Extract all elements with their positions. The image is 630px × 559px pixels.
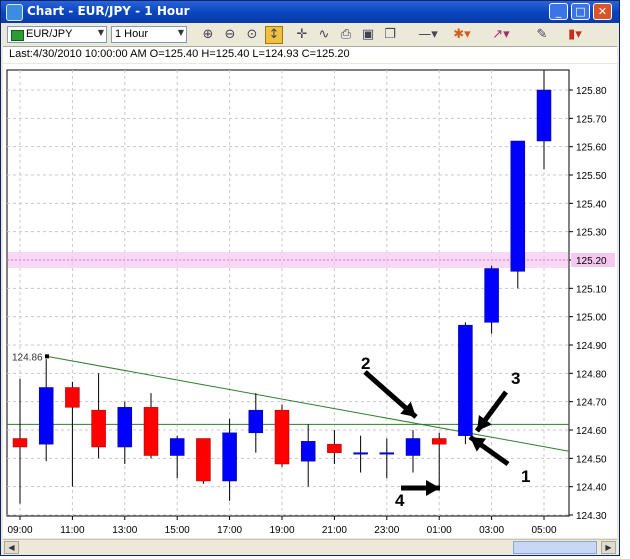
symbol-select[interactable]: EUR/JPY ▼ (7, 26, 107, 43)
print-icon[interactable]: ⎙ (337, 26, 355, 44)
candle-body (379, 452, 395, 455)
y-tick-label: 124.80 (576, 369, 607, 380)
objects-icon[interactable]: ✱▾ (449, 26, 475, 44)
y-tick-label: 124.40 (576, 483, 607, 494)
x-tick-label: 19:00 (269, 525, 294, 536)
horizontal-scrollbar[interactable]: ◀ ▶ (3, 539, 617, 555)
candle-body (536, 89, 552, 142)
period-select[interactable]: 1 Hour ▼ (111, 26, 187, 43)
maximize-button[interactable]: □ (571, 3, 590, 20)
period-value: 1 Hour (115, 28, 149, 40)
current-price-label: 125.20 (576, 256, 607, 267)
trendline-handle (45, 354, 49, 359)
x-tick-label: 15:00 (165, 525, 190, 536)
candle-body (300, 441, 316, 462)
y-tick-label: 124.60 (576, 426, 607, 437)
x-tick-label: 09:00 (7, 525, 32, 536)
y-tick-label: 125.30 (576, 228, 607, 239)
save-icon[interactable]: ▣ (359, 26, 377, 44)
annotation-label-2: 2 (361, 354, 370, 373)
scroll-right-button[interactable]: ▶ (601, 541, 616, 554)
scroll-thumb[interactable] (513, 541, 597, 554)
y-tick-label: 125.50 (576, 171, 607, 182)
candle-body (510, 140, 526, 272)
candle-body (91, 409, 106, 448)
symbol-flag-icon (11, 30, 24, 41)
candle-body (274, 409, 290, 465)
candle-body (484, 268, 499, 323)
candle-body (222, 432, 237, 482)
indicator-icon[interactable]: ∿ (315, 26, 333, 44)
candle-body (117, 407, 133, 448)
candle-body (38, 387, 54, 445)
candle-body (458, 324, 473, 436)
candle-body (12, 438, 28, 448)
candle-body (65, 387, 80, 408)
zoom-in-icon[interactable]: ⊕ (199, 26, 217, 44)
x-tick-label: 01:00 (427, 525, 452, 536)
y-tick-label: 125.80 (576, 86, 607, 97)
y-tick-label: 124.90 (576, 341, 607, 352)
chart-panel[interactable]: 125.80 125.70 125.60 125.50 125.40 125.30 125.… (3, 64, 617, 538)
ohlc-info-bar: Last:4/30/2010 10:00:00 AM O=125.40 H=12… (3, 47, 617, 63)
y-tick-label: 124.50 (576, 454, 607, 465)
candle-body (248, 409, 264, 434)
annotation-label-4: 4 (395, 491, 405, 510)
candle-body (431, 438, 447, 445)
candle-body (196, 438, 211, 482)
x-tick-label: 13:00 (112, 525, 137, 536)
candle-style-icon[interactable]: ▮▾ (561, 26, 589, 44)
zoom-fit-icon[interactable]: ⊙ (243, 26, 261, 44)
annotation-label-3: 3 (511, 369, 520, 388)
y-tick-label: 125.40 (576, 199, 607, 210)
candle-body (353, 452, 368, 455)
copy-icon[interactable]: ❐ (381, 26, 399, 44)
candle-body (143, 407, 159, 456)
chevron-down-icon: ▼ (97, 28, 104, 37)
line-tool-icon[interactable]: —▾ (413, 26, 443, 44)
y-tick-label: 125.70 (576, 114, 607, 125)
x-tick-label: 11:00 (60, 525, 85, 536)
chart-window: Chart - EUR/JPY - 1 Hour _ □ ✕ EUR/JPY ▼… (0, 0, 620, 556)
x-tick-label: 17:00 (217, 525, 242, 536)
symbol-value: EUR/JPY (26, 28, 73, 40)
x-tick-label: 03:00 (479, 525, 504, 536)
auto-scroll-icon[interactable]: ↕ (265, 26, 283, 44)
y-tick-label: 124.30 (576, 511, 607, 522)
zoom-out-icon[interactable]: ⊖ (221, 26, 239, 44)
trendline-label: 124.86 (12, 352, 43, 363)
minimize-button[interactable]: _ (549, 3, 568, 20)
window-title: Chart - EUR/JPY - 1 Hour (27, 4, 190, 18)
chevron-down-icon: ▼ (177, 28, 184, 37)
scroll-left-button[interactable]: ◀ (4, 541, 19, 554)
x-tick-label: 05:00 (531, 525, 556, 536)
close-button[interactable]: ✕ (593, 3, 612, 20)
x-tick-label: 23:00 (374, 525, 399, 536)
y-tick-label: 124.70 (576, 398, 607, 409)
crosshair-icon[interactable]: ✛ (293, 26, 311, 44)
y-tick-label: 125.00 (576, 313, 607, 324)
properties-icon[interactable]: ↗▾ (487, 26, 515, 44)
candle-body (327, 443, 342, 453)
title-bar[interactable]: Chart - EUR/JPY - 1 Hour _ □ ✕ (1, 1, 619, 23)
chart-app-icon (6, 4, 23, 21)
tools-icon[interactable]: ✎ (533, 26, 551, 44)
ohlc-info-text: Last:4/30/2010 10:00:00 AM O=125.40 H=12… (9, 48, 350, 60)
x-tick-label: 21:00 (322, 525, 347, 536)
annotation-label-1: 1 (521, 467, 530, 486)
y-tick-label: 125.60 (576, 143, 607, 154)
candle-body (405, 438, 421, 456)
candle-body (169, 438, 185, 456)
chart-toolbar: EUR/JPY ▼ 1 Hour ▼ ⊕ ⊖ ⊙ ↕ ✛ ∿ ⎙ ▣ ❐ —▾ … (3, 24, 617, 47)
candlestick-chart[interactable]: 125.80 125.70 125.60 125.50 125.40 125.30 125.… (3, 64, 617, 538)
y-tick-label: 125.10 (576, 284, 607, 295)
